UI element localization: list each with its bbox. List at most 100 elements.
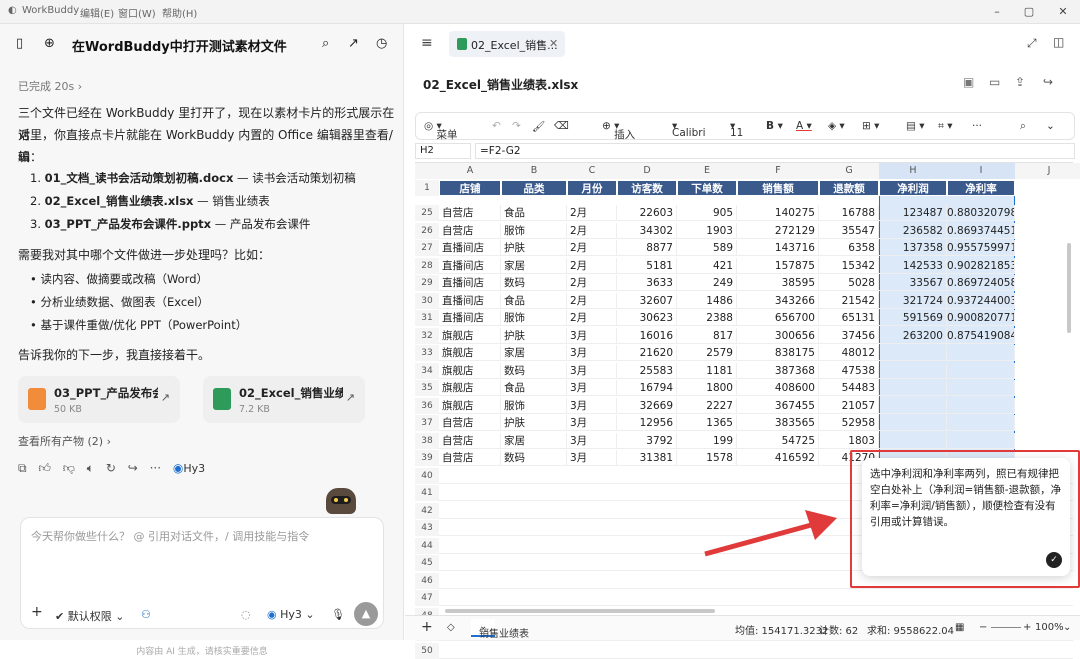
table-cell[interactable]: 140275 [737,205,819,221]
table-cell[interactable]: 25583 [617,362,677,379]
table-cell[interactable]: 1365 [677,415,737,431]
table-cell[interactable] [879,415,947,431]
maximize-icon[interactable]: ▢ [1020,3,1038,21]
copy-icon[interactable]: ⧉ [18,461,27,475]
table-cell[interactable]: 12956 [617,415,677,431]
table-cell[interactable]: 2月 [567,292,617,309]
table-cell[interactable]: 263200 [879,327,947,344]
agent-icon[interactable]: ⚇ [141,608,151,621]
tab-excel-file[interactable]: 02_Excel_销售... ✕ [449,31,565,57]
table-cell[interactable]: 30623 [617,310,677,326]
table-cell[interactable]: 54483 [819,380,879,396]
save-icon[interactable]: ▣ [963,75,974,89]
table-cell[interactable]: 3月 [567,397,617,414]
table-cell[interactable]: 37456 [819,327,879,344]
column-header[interactable]: F [737,163,819,179]
table-cell[interactable] [947,380,1015,396]
view-mode-icon[interactable]: ▦ [955,622,964,633]
column-header[interactable]: C [567,163,617,179]
column-header[interactable]: I [947,163,1015,179]
history-icon[interactable]: ◷ [376,36,392,52]
zoom-menu-icon[interactable]: ⌄ [1063,622,1071,633]
table-cell[interactable]: 直播间店 [439,257,501,274]
table-cell[interactable]: 直播间店 [439,240,501,256]
formula-input[interactable]: =F2-G2 [475,143,1075,159]
table-cell[interactable]: 3月 [567,415,617,431]
sheet-tab[interactable]: 销售业绩表 ⌄ [471,619,529,640]
table-header-cell[interactable]: 销售额 [737,180,819,196]
table-cell[interactable]: 32669 [617,397,677,414]
table-cell[interactable]: 直播间店 [439,292,501,309]
table-cell[interactable]: 34302 [617,222,677,239]
crop-icon[interactable]: ⌗ ▾ [938,120,953,133]
menu-help[interactable]: 帮助(H) [162,5,197,20]
send-button[interactable]: ▲ [354,602,378,626]
permission-selector[interactable]: ✔︎ 默认权限 ⌄ [55,608,124,624]
table-cell[interactable]: 护肤 [501,327,567,344]
table-header-cell[interactable]: 访客数 [617,180,677,196]
table-cell[interactable]: 2月 [567,257,617,274]
table-cell[interactable]: 16788 [819,205,879,221]
table-cell[interactable]: 护肤 [501,415,567,431]
table-cell[interactable]: 旗舰店 [439,327,501,344]
borders-icon[interactable]: ⊞ ▾ [862,120,879,132]
zoom-out-icon[interactable]: − [979,622,987,633]
table-cell[interactable]: 22603 [617,205,677,221]
regenerate-icon[interactable]: ↻ [106,461,116,475]
table-cell[interactable]: 6358 [819,240,879,256]
font-color-icon[interactable]: A ▾ [796,120,812,132]
table-cell[interactable]: 3792 [617,432,677,449]
table-cell[interactable]: 数码 [501,362,567,379]
chat-input[interactable]: 今天帮你做些什么？ @ 引用对话文件，/ 调用技能与指令 + ✔︎ 默认权限 ⌄… [20,517,384,629]
table-cell[interactable]: 1181 [677,362,737,379]
table-cell[interactable] [947,397,1015,414]
table-cell[interactable]: 137358 [879,240,947,256]
undo-icon[interactable]: ↶ [492,120,501,132]
column-header[interactable]: A [439,163,501,179]
table-cell[interactable]: 0.869724058 [947,275,1015,291]
table-header-cell[interactable]: 退款额 [819,180,879,196]
table-cell[interactable]: 旗舰店 [439,380,501,396]
fill-color-icon[interactable]: ◈ ▾ [828,120,845,132]
table-cell[interactable]: 0.880320798 [947,205,1015,221]
bold-icon[interactable]: B ▾ [766,120,783,132]
table-cell[interactable] [879,432,947,449]
table-cell[interactable]: 自营店 [439,415,501,431]
model-selector[interactable]: ◉ Hy3 ⌄ [267,608,315,621]
table-header-cell[interactable]: 品类 [501,180,567,196]
table-cell[interactable]: 272129 [737,222,819,239]
table-cell[interactable]: 2月 [567,240,617,256]
table-cell[interactable]: 47538 [819,362,879,379]
table-cell[interactable]: 38595 [737,275,819,291]
table-cell[interactable]: 数码 [501,450,567,466]
table-cell[interactable]: 48012 [819,345,879,361]
table-cell[interactable]: 家居 [501,257,567,274]
table-cell[interactable]: 8877 [617,240,677,256]
table-cell[interactable]: 食品 [501,205,567,221]
table-cell[interactable]: 416592 [737,450,819,466]
table-cell[interactable]: 321724 [879,292,947,309]
table-header-cell[interactable]: 店铺 [439,180,501,196]
table-cell[interactable]: 自营店 [439,450,501,466]
table-cell[interactable]: 16016 [617,327,677,344]
table-cell[interactable]: 0.902821853 [947,257,1015,274]
table-cell[interactable]: 143716 [737,240,819,256]
format-icon[interactable]: ▤ ▾ [906,120,925,132]
table-cell[interactable]: 食品 [501,380,567,396]
table-cell[interactable]: 护肤 [501,240,567,256]
folder-icon[interactable]: ▭ [989,75,1000,89]
column-header[interactable]: H [879,163,947,179]
table-cell[interactable]: 2227 [677,397,737,414]
upload-icon[interactable]: ⇪ [1015,75,1025,89]
corner-cell[interactable] [415,163,439,179]
table-cell[interactable]: 383565 [737,415,819,431]
table-cell[interactable]: 直播间店 [439,310,501,326]
table-cell[interactable]: 家居 [501,432,567,449]
completed-status[interactable]: 已完成 20s › [18,78,82,94]
table-cell[interactable]: 2月 [567,275,617,291]
column-header[interactable]: G [819,163,879,179]
table-cell[interactable] [879,362,947,379]
table-cell[interactable]: 旗舰店 [439,362,501,379]
view-all-outputs[interactable]: 查看所有产物 (2) › [18,431,111,453]
table-cell[interactable]: 31381 [617,450,677,466]
